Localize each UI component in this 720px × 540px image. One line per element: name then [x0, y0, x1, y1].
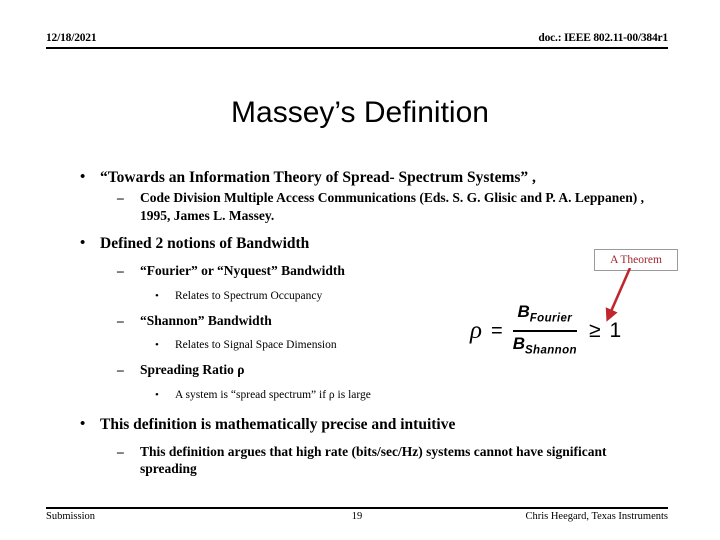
equation-numerator: BFourier	[517, 301, 572, 329]
bullet-text: A system is “spread spectrum” if ρ is la…	[175, 388, 371, 401]
bullet-marker-icon: •	[80, 169, 86, 185]
bullet-text: “Shannon” Bandwidth	[140, 312, 272, 328]
dash-marker-icon: –	[117, 312, 124, 328]
theorem-callout-label: A Theorem	[610, 254, 662, 266]
slide-header: 12/18/2021 doc.: IEEE 802.11-00/384r1	[46, 32, 668, 52]
equation-numerator-subscript: Fourier	[529, 312, 573, 324]
bullet-level3: • A system is “spread spectrum” if ρ is …	[60, 387, 660, 403]
equation-denominator-base: B	[512, 334, 525, 353]
dash-marker-icon: –	[117, 190, 124, 205]
dash-marker-icon: –	[117, 443, 124, 459]
bullet-marker-icon: •	[155, 388, 159, 401]
equation-equals-sign: =	[491, 319, 503, 342]
bullet-text: “Towards an Information Theory of Spread…	[100, 169, 536, 186]
bullet-level1: • Defined 2 notions of Bandwidth	[60, 234, 660, 253]
bullet-text: Relates to Spectrum Occupancy	[175, 289, 323, 302]
dash-marker-icon: –	[117, 362, 124, 377]
header-doc-reference: doc.: IEEE 802.11-00/384r1	[538, 32, 668, 44]
equation-denominator: BShannon	[513, 333, 577, 361]
header-divider	[46, 47, 668, 49]
bullet-level2: – Code Division Multiple Access Communic…	[60, 189, 660, 224]
header-date: 12/18/2021	[46, 32, 97, 44]
page-title: Massey’s Definition	[231, 96, 489, 129]
bullet-text: Relates to Signal Space Dimension	[175, 339, 337, 351]
equation-spreading-ratio: ρ = BFourier BShannon ≥ 1	[470, 300, 670, 362]
equation-right-side: 1	[609, 319, 622, 342]
dash-marker-icon: –	[117, 263, 124, 278]
bullet-level2: – This definition argues that high rate …	[60, 443, 660, 478]
bullet-marker-icon: •	[80, 415, 86, 432]
bullet-text: This definition argues that high rate (b…	[140, 443, 607, 477]
equation-fraction-bar	[512, 330, 577, 332]
bullet-level1: • “Towards an Information Theory of Spre…	[60, 168, 660, 187]
bullet-text: “Fourier” or “Nyquest” Bandwidth	[140, 263, 345, 278]
equation-fraction: BFourier BShannon	[512, 301, 577, 362]
equation-relation-sign: ≥	[588, 319, 601, 342]
slide-footer: 19 Submission Chris Heegard, Texas Instr…	[46, 511, 668, 527]
bullet-level2: – Spreading Ratio ρ	[60, 361, 660, 379]
bullet-level2: – “Fourier” or “Nyquest” Bandwidth	[60, 262, 660, 280]
bullet-text: This definition is mathematically precis…	[100, 415, 456, 433]
bullet-marker-icon: •	[155, 289, 159, 302]
equation-denominator-subscript: Shannon	[524, 344, 577, 357]
bullet-level1: • This definition is mathematically prec…	[60, 415, 660, 434]
bullet-text: Code Division Multiple Access Communicat…	[140, 190, 644, 223]
equation-numerator-base: B	[517, 301, 530, 321]
footer-submission-label: Submission	[46, 511, 96, 522]
bullet-text: Defined 2 notions of Bandwidth	[100, 235, 310, 252]
footer-author: Chris Heegard, Texas Instruments	[525, 511, 668, 522]
bullet-text: Spreading Ratio ρ	[140, 362, 245, 377]
bullet-marker-icon: •	[155, 339, 159, 351]
footer-divider	[46, 507, 668, 509]
bullet-marker-icon: •	[80, 235, 86, 251]
equation-rho-symbol: ρ	[470, 317, 482, 344]
